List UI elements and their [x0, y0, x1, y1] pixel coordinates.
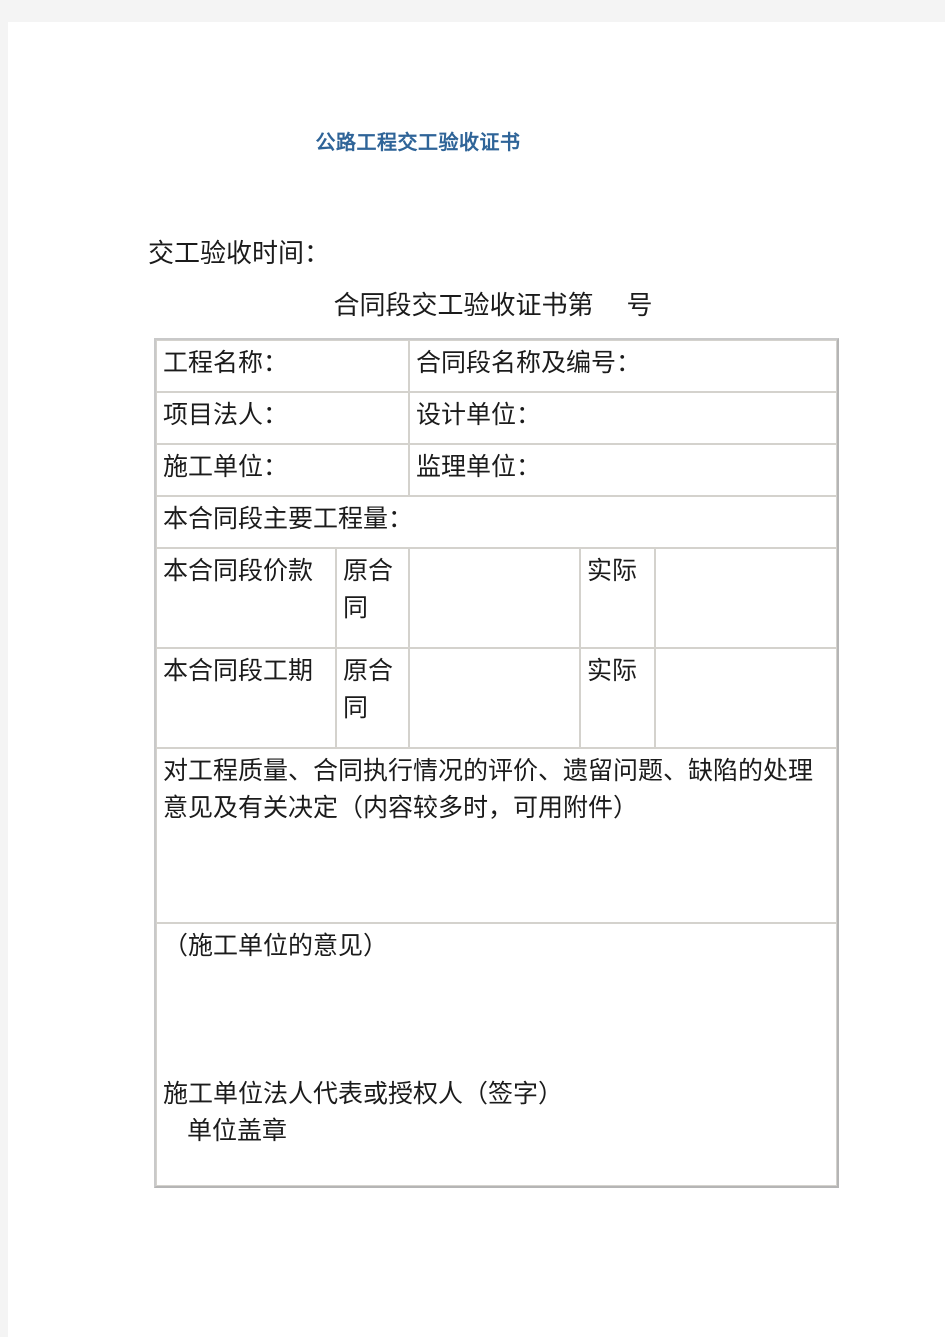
cell-construction-unit: 施工单位：: [156, 444, 410, 496]
page-title: 公路工程交工验收证书: [315, 130, 521, 154]
cell-contract-period-original-label: 原合同: [336, 648, 410, 748]
cell-evaluation-notes[interactable]: 对工程质量、合同执行情况的评价、遗留问题、缺陷的处理意见及有关决定（内容较多时，…: [156, 748, 838, 923]
cell-project-legal-person: 项目法人：: [156, 392, 410, 444]
cell-main-quantity: 本合同段主要工程量：: [156, 496, 838, 548]
cell-project-name: 工程名称：: [156, 340, 410, 392]
certificate-number-line: 合同段交工验收证书第 号: [333, 291, 653, 321]
cell-supervision-unit: 监理单位：: [409, 444, 838, 496]
table-row: 对工程质量、合同执行情况的评价、遗留问题、缺陷的处理意见及有关决定（内容较多时，…: [156, 748, 838, 923]
cell-contract-price-original-label: 原合同: [336, 548, 410, 648]
cell-construction-unit-opinion[interactable]: （施工单位的意见） 施工单位法人代表或授权人（签字） 单位盖章: [156, 923, 838, 1186]
document-page: 公路工程交工验收证书 交工验收时间： 合同段交工验收证书第 号 工程名称： 合同…: [8, 22, 945, 1337]
cell-design-unit: 设计单位：: [409, 392, 838, 444]
cell-contract-period-label: 本合同段工期: [156, 648, 336, 748]
seal-line: 单位盖章: [187, 1116, 288, 1145]
table-row: 本合同段工期 原合同 实际: [156, 648, 838, 748]
cell-contract-period-actual-value[interactable]: [655, 648, 838, 748]
table-row: （施工单位的意见） 施工单位法人代表或授权人（签字） 单位盖章: [156, 923, 838, 1186]
cell-contract-price-actual-label: 实际: [580, 548, 656, 648]
cell-contract-period-original-value[interactable]: [409, 648, 581, 748]
table-row: 工程名称： 合同段名称及编号：: [156, 340, 838, 392]
signature-line: 施工单位法人代表或授权人（签字）: [163, 1079, 564, 1108]
cell-contract-period-actual-label: 实际: [580, 648, 656, 748]
acceptance-certificate-table: 工程名称： 合同段名称及编号： 项目法人： 设计单位： 施工单位： 监理单位： …: [154, 338, 840, 1188]
handover-time-label: 交工验收时间：: [148, 239, 331, 269]
cell-contract-section-name: 合同段名称及编号：: [409, 340, 838, 392]
cell-contract-price-actual-value[interactable]: [655, 548, 838, 648]
table-row: 项目法人： 设计单位：: [156, 392, 838, 444]
opinion-blank-space: [163, 964, 830, 1075]
opinion-heading: （施工单位的意见）: [163, 931, 389, 960]
table-row: 施工单位： 监理单位：: [156, 444, 838, 496]
cell-contract-price-label: 本合同段价款: [156, 548, 336, 648]
table-row: 本合同段主要工程量：: [156, 496, 838, 548]
cell-contract-price-original-value[interactable]: [409, 548, 581, 648]
table-row: 本合同段价款 原合同 实际: [156, 548, 838, 648]
